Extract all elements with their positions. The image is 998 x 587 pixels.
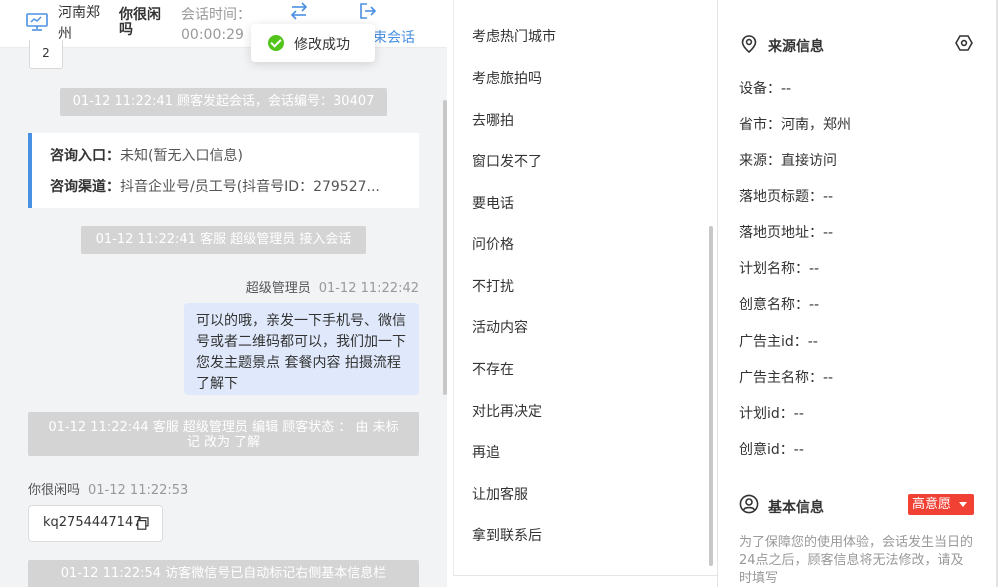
source-field-creative-id: 创意id：-- <box>739 442 804 458</box>
edit-deadline-notice: 为了保障您的使用体验，会话发生当日的24点之后，顾客信息将无法修改，请及时填写 <box>739 535 974 586</box>
source-field-landing-url: 落地页地址：-- <box>739 225 834 241</box>
page-indicator[interactable]: 2 <box>29 40 63 69</box>
agent-name: 超级管理员 <box>245 281 311 296</box>
quick-reply-item[interactable]: 活动内容 <box>472 317 528 337</box>
source-field-plan-name: 计划名称：-- <box>739 261 820 277</box>
quick-reply-item[interactable]: 窗口发不了 <box>472 151 542 171</box>
customer-name: 你很闲吗 <box>28 483 81 498</box>
quick-reply-footer <box>453 575 717 587</box>
session-time-label: 会话时间： <box>181 7 251 23</box>
consult-channel-value: 抖音企业号/员工号(抖音号ID：279527... <box>120 179 380 195</box>
intent-level-label: 高意愿 <box>912 497 952 512</box>
chat-pane: 河南郑州 你很闲吗 会话时间： 00:00:29 束会话 修改成功 2 01-1… <box>0 0 447 587</box>
monitor-icon <box>26 13 48 31</box>
system-message-session-start: 01-12 11:22:41 顾客发起会话，会话编号：30407 <box>60 88 387 116</box>
quick-reply-item[interactable]: 去哪拍 <box>472 110 514 130</box>
consult-channel-label: 咨询渠道： <box>50 179 120 195</box>
source-field-source: 来源：直接访问 <box>739 153 837 169</box>
end-session-button[interactable]: 束会话 <box>373 27 415 47</box>
quick-reply-item[interactable]: 让加客服 <box>472 484 528 504</box>
agent-message-meta: 超级管理员 01-12 11:22:42 <box>246 277 419 296</box>
consult-entry-card: 咨询入口：未知(暂无入口信息) 咨询渠道：抖音企业号/员工号(抖音号ID：279… <box>28 133 419 208</box>
consult-entry-value: 未知(暂无入口信息) <box>120 148 243 164</box>
quick-reply-item[interactable]: 考虑旅拍吗 <box>472 68 542 88</box>
intent-level-dropdown[interactable]: 高意愿 <box>908 494 974 515</box>
consult-entry-row: 咨询入口：未知(暂无入口信息) <box>50 148 410 164</box>
customer-message-time: 01-12 11:22:53 <box>88 483 189 498</box>
check-circle-icon <box>268 35 284 51</box>
chat-header: 河南郑州 你很闲吗 会话时间： 00:00:29 束会话 <box>0 0 447 48</box>
source-field-landing-title: 落地页标题：-- <box>739 189 834 205</box>
app-window: 河南郑州 你很闲吗 会话时间： 00:00:29 束会话 修改成功 2 01-1… <box>0 0 998 587</box>
transfer-icon[interactable] <box>289 2 309 20</box>
source-field-device: 设备：-- <box>739 81 792 97</box>
quick-reply-scrollbar[interactable] <box>709 226 713 566</box>
quick-reply-item[interactable]: 问价格 <box>472 234 514 254</box>
consult-entry-label: 咨询入口： <box>50 148 120 164</box>
toast-message: 修改成功 <box>294 37 350 53</box>
source-field-province: 省市：河南，郑州 <box>739 117 851 133</box>
quick-reply-item[interactable]: 考虑热门城市 <box>472 26 556 46</box>
customer-message-text: kq2754447147 <box>43 515 142 530</box>
customer-message-bubble: kq2754447147 <box>28 505 163 542</box>
source-field-advertiser-name: 广告主名称：-- <box>739 370 834 386</box>
settings-hex-icon[interactable] <box>955 34 973 52</box>
source-field-advertiser-id: 广告主id：-- <box>739 334 818 350</box>
quick-reply-item[interactable]: 要电话 <box>472 193 514 213</box>
chat-scrollbar[interactable] <box>443 100 447 395</box>
session-time: 00:00:29 <box>181 27 244 43</box>
quick-reply-item[interactable]: 不存在 <box>472 359 514 379</box>
source-field-creative-name: 创意名称：-- <box>739 297 820 313</box>
source-info-title: 来源信息 <box>768 39 824 55</box>
consult-channel-row: 咨询渠道：抖音企业号/员工号(抖音号ID：279527... <box>50 179 410 195</box>
agent-message-time: 01-12 11:22:42 <box>318 281 419 296</box>
quick-reply-item[interactable]: 不打扰 <box>472 276 514 296</box>
quick-reply-panel: 考虑热门城市 考虑旅拍吗 去哪拍 窗口发不了 要电话 问价格 不打扰 活动内容 … <box>453 0 717 587</box>
visitor-location: 河南郑州 <box>58 5 100 42</box>
location-pin-icon <box>741 35 757 53</box>
agent-message-bubble: 可以的哦，亲发一下手机号、微信号或者二维码都可以，我们加一下您发主题景点 套餐内… <box>184 303 419 395</box>
quick-reply-item[interactable]: 对比再决定 <box>472 401 542 421</box>
visitor-name: 你很闲吗 <box>119 7 161 38</box>
success-toast: 修改成功 <box>251 24 375 62</box>
system-message-agent-join: 01-12 11:22:41 客服 超级管理员 接入会话 <box>81 226 366 254</box>
source-field-plan-id: 计划id：-- <box>739 406 804 422</box>
copy-icon[interactable] <box>137 517 149 530</box>
caret-down-icon <box>959 502 967 507</box>
quick-reply-item[interactable]: 拿到联系后 <box>472 525 542 545</box>
customer-message-meta: 你很闲吗 01-12 11:22:53 <box>28 479 188 498</box>
user-circle-icon <box>739 494 759 514</box>
system-message-wechat-tag: 01-12 11:22:54 访客微信号已自动标记右侧基本信息栏 <box>28 560 419 587</box>
quick-reply-item[interactable]: 再追 <box>472 442 500 462</box>
system-message-status-edit: 01-12 11:22:44 客服 超级管理员 编辑 顾客状态 ： 由 未标记 … <box>28 412 419 456</box>
exit-icon[interactable] <box>359 2 377 20</box>
basic-info-title: 基本信息 <box>768 500 824 516</box>
